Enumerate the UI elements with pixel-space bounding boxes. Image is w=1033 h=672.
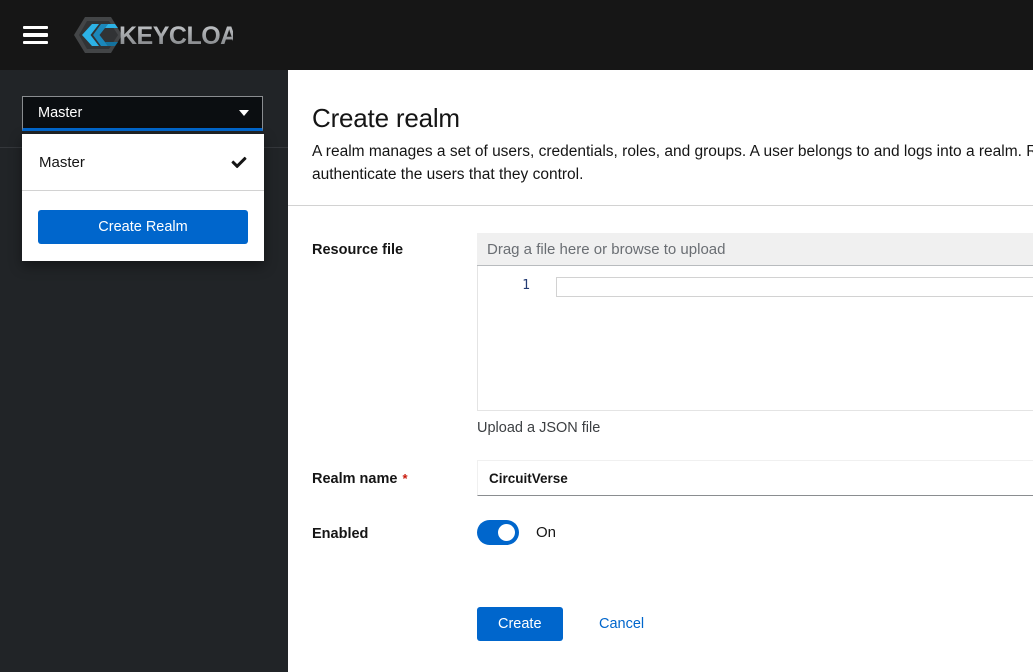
enabled-field: On [477, 520, 1033, 545]
nav-toggle-button[interactable] [20, 15, 60, 55]
main-content: Create realm A realm manages a set of us… [288, 70, 1033, 672]
keycloak-logo-icon: KEYCLOAK [74, 17, 233, 53]
realm-name-row: Realm name * [312, 460, 1033, 496]
file-upload-input[interactable] [477, 233, 1033, 265]
upload-helper-text: Upload a JSON file [477, 420, 601, 436]
editor-empty-line-box[interactable] [556, 277, 1033, 297]
realm-selector-menu: Master Create Realm [22, 134, 264, 261]
realm-menu-item-master[interactable]: Master [22, 134, 264, 190]
editor-line-number: 1 [522, 278, 530, 293]
create-button[interactable]: Create [477, 607, 563, 641]
realm-name-input[interactable] [477, 460, 1033, 496]
enabled-toggle-switch[interactable] [477, 520, 519, 545]
form-actions: Create Cancel [477, 607, 1033, 641]
page-header: Create realm A realm manages a set of us… [288, 70, 1033, 186]
description-line-1: A realm manages a set of users, credenti… [312, 143, 1033, 160]
menu-footer: Create Realm [22, 191, 264, 261]
check-icon [231, 155, 247, 170]
toggle-state-label: On [536, 524, 557, 541]
realm-name-field [477, 460, 1033, 496]
masthead: KEYCLOAK [0, 0, 1033, 70]
brand-text: KEYCLOAK [119, 22, 233, 50]
page-title: Create realm [312, 103, 460, 133]
resource-file-label: Resource file [312, 242, 404, 258]
form-actions-row: Create Cancel [312, 607, 1033, 641]
resource-file-field: 1 Upload a JSON file [477, 233, 1033, 436]
sidebar: Master Master Create Realm [0, 70, 288, 672]
keycloak-brand[interactable]: KEYCLOAK [73, 15, 233, 55]
enabled-label: Enabled [312, 526, 369, 542]
chevron-down-icon [239, 109, 249, 116]
enabled-row: Enabled On [312, 520, 1033, 545]
realm-menu-item-label: Master [39, 153, 85, 171]
hamburger-icon [23, 25, 48, 30]
json-code-editor[interactable]: 1 [477, 266, 1033, 411]
realm-name-label: Realm name * [312, 471, 408, 487]
file-upload-bar [477, 233, 1033, 266]
description-line-2: authenticate the users that they control… [312, 166, 584, 183]
toggle-knob [498, 524, 515, 541]
create-realm-button[interactable]: Create Realm [38, 210, 248, 244]
cancel-link[interactable]: Cancel [599, 616, 644, 632]
resource-file-row: Resource file 1 Upload a JSON file [312, 233, 1033, 436]
realm-selector-toggle-label: Master [38, 104, 83, 121]
section-divider [288, 205, 1033, 206]
page-description: A realm manages a set of users, credenti… [312, 140, 1033, 186]
realm-selector-toggle[interactable]: Master [22, 96, 263, 131]
required-asterisk: * [402, 471, 408, 486]
create-realm-form: Resource file 1 Upload a JSON file Realm… [288, 233, 1033, 641]
